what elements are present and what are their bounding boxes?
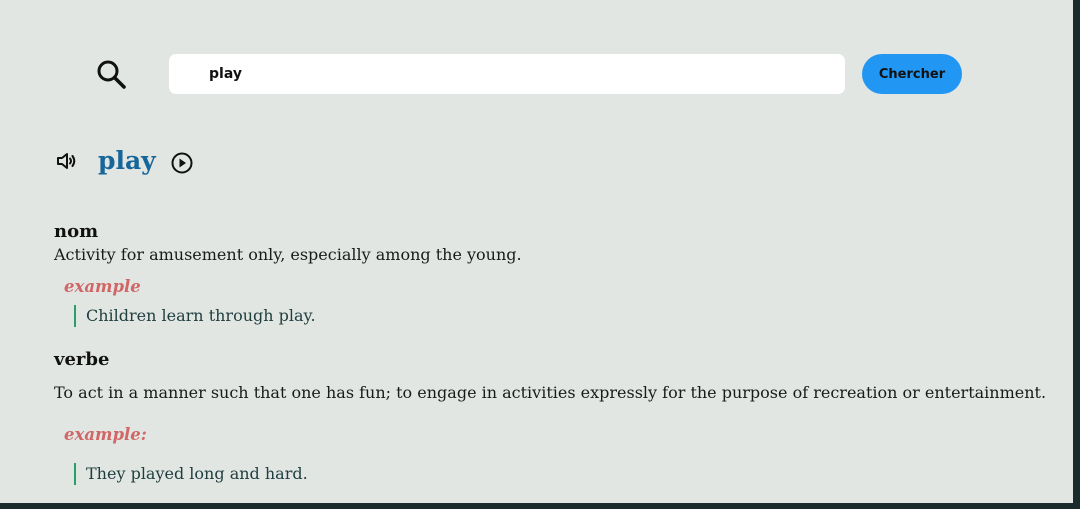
example-text: They played long and hard.	[86, 464, 308, 483]
speaker-icon[interactable]	[55, 150, 77, 172]
example-label: example:	[64, 425, 147, 444]
search-input[interactable]	[169, 54, 845, 94]
part-of-speech: verbe	[54, 349, 110, 370]
search-icon[interactable]	[95, 58, 129, 92]
dictionary-page: Chercher play nom Activity for amusement…	[0, 0, 1073, 503]
word-title: play	[98, 146, 156, 175]
example-text: Children learn through play.	[86, 306, 316, 325]
example-label: example	[64, 277, 141, 296]
play-circle-icon[interactable]	[170, 151, 194, 175]
example-quote-bar	[74, 463, 76, 485]
definition: Activity for amusement only, especially …	[54, 245, 522, 264]
example-quote-bar	[74, 305, 76, 327]
search-button[interactable]: Chercher	[862, 54, 962, 94]
definition: To act in a manner such that one has fun…	[54, 383, 1047, 402]
part-of-speech: nom	[54, 221, 99, 242]
